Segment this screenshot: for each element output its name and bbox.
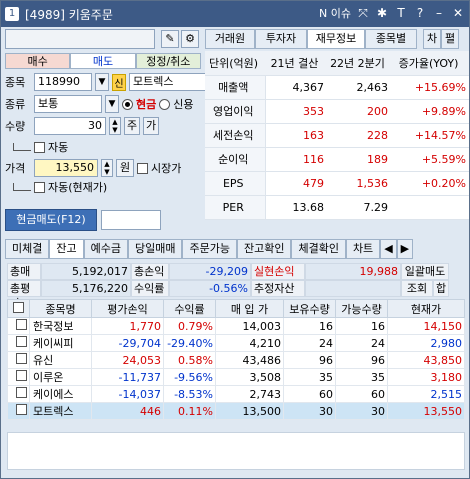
cash-radio[interactable] — [122, 98, 133, 110]
title-bar: 1 [4989] 키움주문 N 이슈 ⤧ ✱ T ? – ✕ — [1, 1, 469, 27]
window-number: 1 — [5, 7, 19, 21]
qty-label: 수량 — [5, 120, 26, 133]
window-title: [4989] 키움주문 — [25, 7, 113, 22]
price-unit-button[interactable]: 원 — [116, 159, 134, 177]
table-row: 모트렉스 446 0.11% 13,500 30 30 13,550 — [7, 402, 465, 420]
account-input[interactable] — [5, 29, 155, 49]
table-row: 한국정보 1,770 0.79% 14,003 16 16 14,150 — [7, 317, 465, 335]
holdings-table: 종목명 평가손익 수익률 매 입 가 보유수량 가능수량 현재가 한국정보 1,… — [7, 299, 465, 420]
table-row: 매출액 4,367 2,463 +15.69% — [205, 75, 469, 100]
tree-connector — [13, 183, 31, 191]
edit-icon[interactable]: ✎ — [161, 30, 179, 48]
balance-summary: 총매입 5,192,017 총손익 -29,209 실현손익 19,988 일괄… — [7, 263, 465, 310]
auto-price-label: 자동(현재가) — [48, 181, 108, 194]
tab-unfilled[interactable]: 미체결 — [5, 239, 50, 259]
tab-modify-cancel[interactable]: 정정/취소 — [135, 53, 201, 69]
bottom-tabs: 미체결 잔고 예수금 당일매매 주문가능 잔고확인 체결확인 차트 ◀ ▶ — [5, 239, 469, 259]
tab-prev-icon[interactable]: ◀ — [380, 239, 397, 259]
table-row: 영업이익 353 200 +9.89% — [205, 99, 469, 124]
col-yoy: 증가율(YOY) — [391, 51, 469, 76]
tree-connector — [13, 143, 31, 151]
pin-icon[interactable]: ⤧ — [356, 6, 370, 21]
credit-label: 신용 — [173, 98, 194, 111]
credit-radio[interactable] — [159, 98, 171, 110]
password-input[interactable] — [101, 210, 161, 230]
col-unit: 단위(억원) — [205, 51, 265, 76]
qty-stepper[interactable]: ▲ ▼ — [109, 117, 121, 135]
gear-icon[interactable]: ⚙ — [181, 30, 199, 48]
tab-buy[interactable]: 매수 — [5, 53, 71, 69]
stock-name: 모트렉스 — [129, 73, 209, 91]
market-price-checkbox[interactable] — [137, 162, 148, 174]
table-empty-area — [7, 432, 465, 470]
col-2021: 21년 결산 — [265, 51, 327, 76]
news-issue-button[interactable]: N 이슈 — [319, 5, 351, 21]
tab-balance-check[interactable]: 잔고확인 — [236, 239, 292, 259]
help-icon[interactable]: ? — [413, 6, 427, 20]
price-input[interactable]: 13,550 — [34, 159, 98, 177]
expand-button[interactable]: 펼 — [441, 29, 459, 49]
price-label: 가격 — [5, 162, 26, 175]
stock-label: 종목 — [5, 76, 26, 89]
sum-button[interactable]: 합 — [433, 280, 449, 297]
credit-badge: 신 — [112, 73, 126, 91]
tab-investor[interactable]: 투자자 — [255, 29, 307, 49]
tab-finance[interactable]: 재무정보 — [307, 29, 365, 49]
type-label: 종류 — [5, 98, 26, 111]
auto-qty-checkbox[interactable] — [34, 141, 45, 153]
order-window: 1 [4989] 키움주문 N 이슈 ⤧ ✱ T ? – ✕ ✎ ⚙ 매수 매도… — [0, 0, 470, 479]
table-row: 케이씨피 -29,704 -29.40% 4,210 24 24 2,980 — [7, 334, 465, 352]
market-price-label: 시장가 — [151, 162, 182, 175]
minimize-icon[interactable]: – — [432, 6, 446, 20]
tab-daily-trade[interactable]: 당일매매 — [128, 239, 183, 259]
auto-price-checkbox[interactable] — [34, 181, 45, 193]
table-row: EPS 479 1,536 +0.20% — [205, 171, 469, 196]
finance-table: 단위(억원) 21년 결산 22년 2분기 증가율(YOY) 매출액 4,367… — [205, 51, 469, 220]
bulk-sell-button[interactable]: 일괄매도 — [401, 263, 449, 280]
price-stepper[interactable]: ▲ ▼ — [101, 159, 113, 177]
table-row: 케이에스 -14,037 -8.53% 2,743 60 60 2,515 — [7, 385, 465, 403]
tab-fill-check[interactable]: 체결확인 — [291, 239, 346, 259]
table-row: 순이익 116 189 +5.59% — [205, 147, 469, 172]
auto-qty-label: 자동 — [48, 141, 69, 154]
query-button[interactable]: 조회 — [401, 280, 433, 297]
close-icon[interactable]: ✕ — [451, 6, 465, 20]
table-row: PER 13.68 7.29 — [205, 195, 469, 220]
tab-chart[interactable]: 차트 — [345, 239, 381, 259]
cash-label: 현금 — [136, 98, 157, 111]
chart-button[interactable]: 차 — [423, 29, 441, 49]
order-panel: ✎ ⚙ 매수 매도 정정/취소 종목 118990 ▼ 신 모트렉스 종류 보통… — [5, 29, 209, 235]
qty-input[interactable]: 30 — [34, 117, 106, 135]
text-icon[interactable]: T — [394, 6, 408, 20]
table-row: 이루온 -11,737 -9.56% 3,508 35 35 3,180 — [7, 368, 465, 386]
qty-price-button[interactable]: 가 — [143, 117, 159, 135]
table-row: 세전손익 163 228 +14.57% — [205, 123, 469, 148]
tab-broker[interactable]: 거래원 — [205, 29, 255, 49]
chevron-down-icon[interactable]: ▼ — [105, 95, 119, 113]
finance-panel: 거래원 투자자 재무정보 종목별 차 펼 단위(억원) 21년 결산 22년 2… — [205, 29, 469, 235]
tab-by-stock[interactable]: 종목별 — [365, 29, 417, 49]
tab-orderable[interactable]: 주문가능 — [182, 239, 237, 259]
tab-next-icon[interactable]: ▶ — [396, 239, 414, 259]
order-type-select[interactable]: 보통 — [34, 95, 102, 113]
tab-balance[interactable]: 잔고 — [49, 239, 84, 259]
tab-deposit[interactable]: 예수금 — [83, 239, 128, 259]
cash-sell-button[interactable]: 현금매도(F12) — [5, 209, 97, 231]
stock-code-input[interactable]: 118990 — [34, 73, 92, 91]
col-2022q2: 22년 2분기 — [327, 51, 391, 76]
qty-unit-button[interactable]: 주 — [124, 117, 140, 135]
stock-search-icon[interactable]: ▼ — [95, 73, 109, 91]
tab-sell[interactable]: 매도 — [70, 53, 136, 69]
wrench-icon[interactable]: ✱ — [375, 6, 389, 20]
table-row: 유신 24,053 0.58% 43,486 96 96 43,850 — [7, 351, 465, 369]
select-all-checkbox[interactable] — [13, 301, 24, 313]
